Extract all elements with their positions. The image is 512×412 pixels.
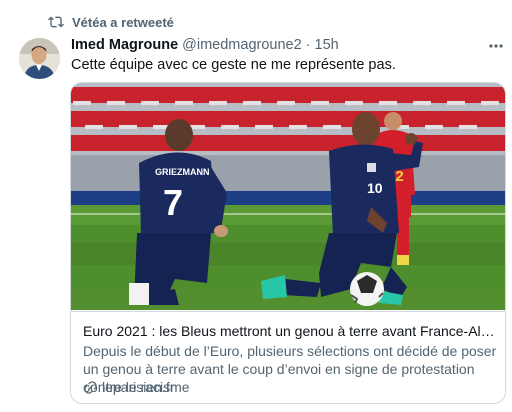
card-title: Euro 2021 : les Bleus mettront un genou … (83, 323, 497, 339)
retweet-label: Vétéa a retweeté (72, 14, 174, 30)
football (350, 272, 384, 306)
card-domain-label: leparisien.fr (102, 379, 175, 395)
link-icon (84, 380, 97, 394)
card-image[interactable]: 22 GRIEZMANN 7 10 (71, 83, 505, 310)
tweet-text: Cette équipe avec ce geste ne me représe… (71, 57, 396, 73)
jersey-left-number: 7 (163, 182, 183, 223)
jersey-left-name: GRIEZMANN (155, 167, 210, 177)
tweet-header: Imed Magroune @imedmagroune2 · 15h (71, 37, 339, 53)
more-options-button[interactable] (486, 37, 506, 55)
author-name[interactable]: Imed Magroune (71, 37, 178, 53)
card-domain: leparisien.fr (83, 378, 174, 396)
header-separator: · (305, 37, 311, 53)
avatar[interactable] (19, 38, 60, 79)
football-players-kneeling-photo: 22 GRIEZMANN 7 10 (71, 83, 505, 310)
retweet-icon (48, 16, 64, 28)
retweet-context[interactable]: Vétéa a retweeté (48, 12, 174, 32)
link-card[interactable]: 22 GRIEZMANN 7 10 Euro 2021: les Bleus … (70, 82, 506, 404)
more-dots-icon (489, 44, 503, 48)
avatar-image (19, 38, 60, 79)
tweet-time[interactable]: 15h (315, 37, 339, 53)
tweet[interactable]: Vétéa a retweeté Imed Magroune @imedmagr… (0, 0, 512, 412)
author-handle[interactable]: @imedmagroune2 (182, 37, 302, 53)
card-info[interactable]: Euro 2021 : les Bleus mettront un genou … (71, 311, 505, 403)
jersey-right-number: 10 (367, 180, 383, 196)
